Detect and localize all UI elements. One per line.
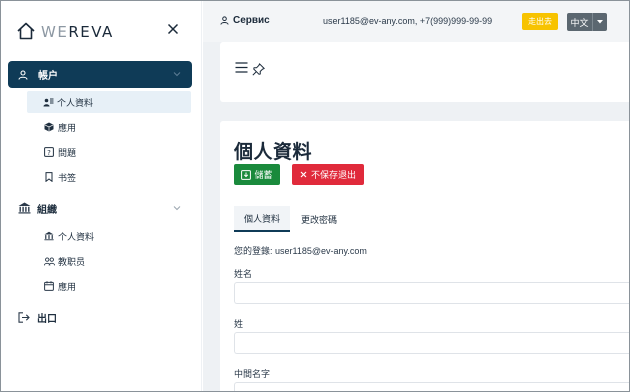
language-value: 中文 <box>570 17 589 28</box>
brand-name: WEREVA <box>41 23 114 41</box>
sidebar-item-org-profile-label: 个人資料 <box>58 231 95 242</box>
hamburger-menu-icon[interactable] <box>235 62 248 76</box>
brand-logo[interactable]: WEREVA <box>16 21 114 43</box>
sidebar-item-bookmarks[interactable]: 书签 <box>27 166 191 188</box>
chevron-down-icon <box>173 206 181 211</box>
save-button[interactable]: 儲蓄 <box>234 164 280 185</box>
sidebar-item-staff[interactable]: 教职员 <box>27 250 191 272</box>
house-outline-icon <box>16 21 36 44</box>
close-icon <box>167 23 179 35</box>
bank-icon <box>43 231 55 241</box>
last-name-field[interactable] <box>234 332 630 354</box>
sidebar-item-exit-label: 出口 <box>37 313 57 325</box>
sidebar: WEREVA 帳户 个人資料 應用 ? 問題 书签 組織 个人資料 教职员 應用… <box>0 0 202 392</box>
sidebar-item-apps[interactable]: 應用 <box>27 116 191 138</box>
cube-icon <box>43 122 55 132</box>
sidebar-item-personal-profile[interactable]: 个人資料 <box>27 91 191 113</box>
calendar-icon <box>43 281 55 291</box>
close-sidebar-button[interactable] <box>165 23 181 39</box>
middle-name-label: 中間名字 <box>234 369 271 379</box>
toolbar-card <box>220 42 630 102</box>
profile-card: 個人資料 儲蓄 不保存退出 個人資料 更改密碼 您的登錄: user1185@e… <box>220 121 630 392</box>
sign-out-icon <box>17 311 31 323</box>
pin-icon[interactable] <box>252 62 265 76</box>
exit-without-saving-button[interactable]: 不保存退出 <box>292 164 364 185</box>
sidebar-item-organization[interactable]: 組織 <box>8 197 192 219</box>
sidebar-item-account[interactable]: 帳户 <box>8 61 192 88</box>
tab-personal-profile[interactable]: 個人資料 <box>234 206 291 232</box>
toolbar-icons <box>235 62 265 76</box>
bank-icon <box>17 202 31 214</box>
user-icon <box>220 16 230 26</box>
save-label: 儲蓄 <box>254 170 273 180</box>
sidebar-item-org-apps[interactable]: 應用 <box>27 275 191 297</box>
sidebar-item-staff-label: 教职员 <box>58 256 86 267</box>
first-name-field[interactable] <box>234 282 630 304</box>
page-title: 個人資料 <box>234 142 313 163</box>
question-box-icon: ? <box>43 147 55 157</box>
sidebar-item-questions[interactable]: ? 問題 <box>27 141 191 163</box>
caret-down-icon[interactable] <box>592 13 607 31</box>
save-icon <box>241 169 252 180</box>
sidebar-item-bookmarks-label: 书签 <box>58 172 77 183</box>
sidebar-item-apps-label: 應用 <box>58 122 77 133</box>
language-select[interactable]: 中文 <box>567 13 607 31</box>
tab-change-password[interactable]: 更改密碼 <box>291 206 347 232</box>
users-icon <box>42 98 54 107</box>
sidebar-item-org-profile[interactable]: 个人資料 <box>27 225 191 247</box>
logout-button[interactable]: 走出去 <box>522 13 558 30</box>
user-icon <box>17 69 29 80</box>
svg-text:?: ? <box>47 149 51 157</box>
sidebar-item-organization-label: 組織 <box>37 204 57 216</box>
sidebar-item-org-apps-label: 應用 <box>58 281 77 292</box>
user-info: user1185@ev-any.com, +7(999)999-99-99 <box>323 16 493 26</box>
sidebar-item-questions-label: 問題 <box>58 147 77 158</box>
chevron-down-icon <box>173 72 181 77</box>
topbar: Сервис user1185@ev-any.com, +7(999)999-9… <box>203 0 630 42</box>
last-name-label: 姓 <box>234 319 244 329</box>
sidebar-item-exit[interactable]: 出口 <box>8 306 192 328</box>
sidebar-item-personal-profile-label: 个人資料 <box>57 97 94 108</box>
close-icon <box>300 170 307 180</box>
first-name-label: 姓名 <box>234 269 253 279</box>
middle-name-field[interactable] <box>234 382 630 392</box>
bookmark-icon <box>43 172 55 182</box>
service-link[interactable]: Сервис <box>220 15 270 26</box>
sidebar-item-account-label: 帳户 <box>38 71 58 82</box>
profile-tabs: 個人資料 更改密碼 <box>234 206 347 232</box>
login-info: 您的登錄: user1185@ev-any.com <box>234 246 367 256</box>
service-label: Сервис <box>233 15 270 26</box>
main-area: Сервис user1185@ev-any.com, +7(999)999-9… <box>203 0 630 392</box>
people-icon <box>43 256 55 266</box>
exit-without-saving-label: 不保存退出 <box>310 170 356 180</box>
